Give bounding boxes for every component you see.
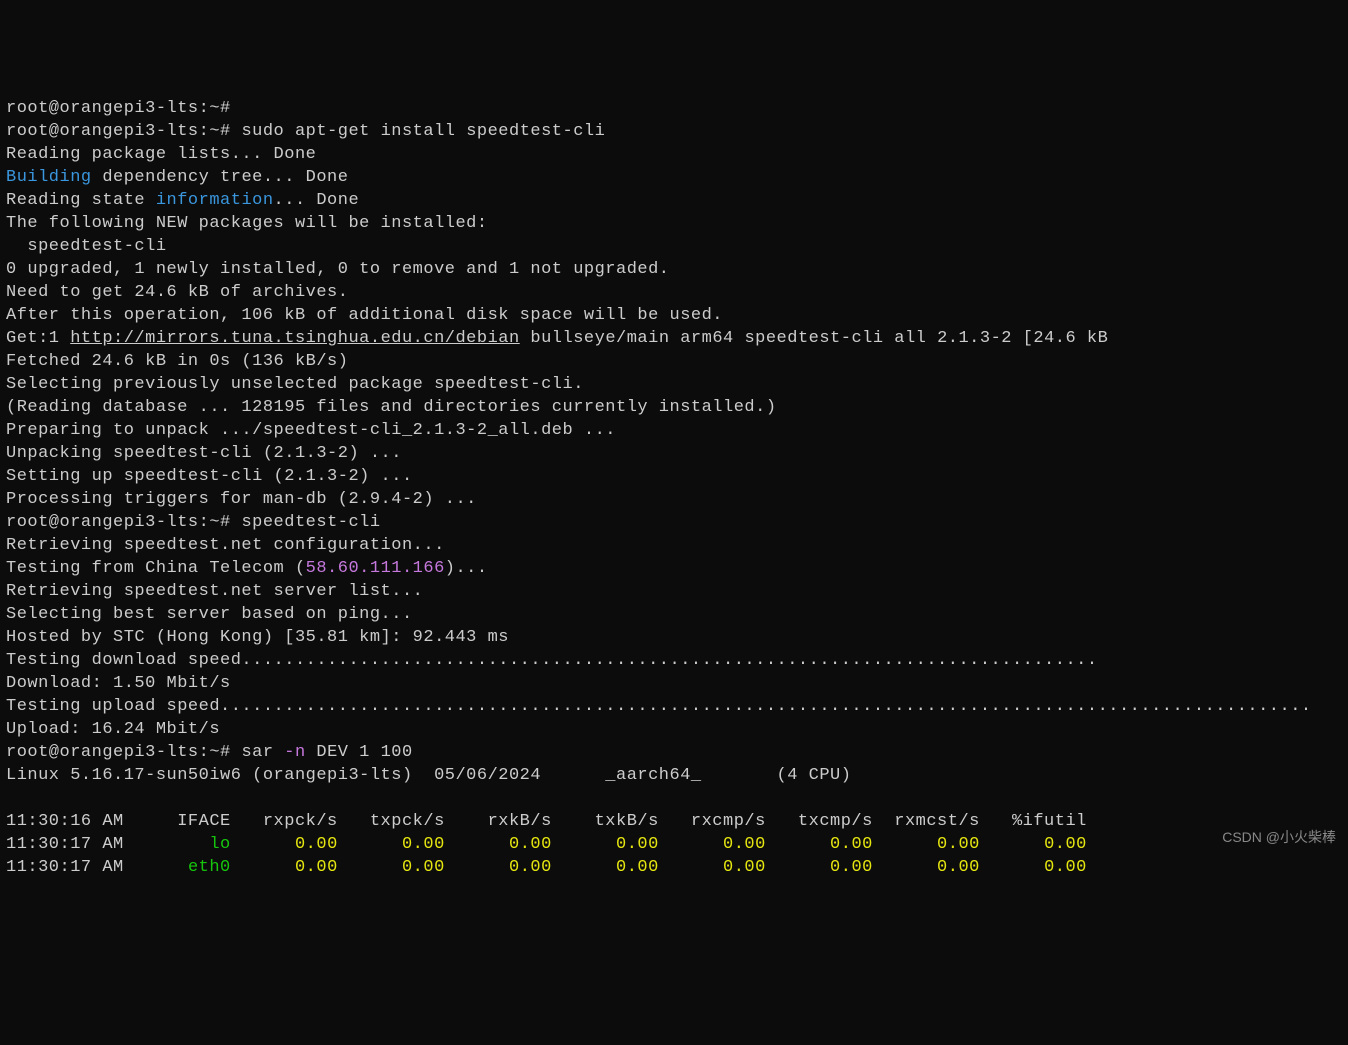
output-line: Fetched 24.6 kB in 0s (136 kB/s): [6, 352, 348, 371]
output-line: Reading package lists... Done: [6, 145, 316, 164]
csdn-watermark: CSDN @小火柴棒: [1222, 826, 1336, 849]
output-line: speedtest-cli: [6, 237, 167, 256]
terminal-output[interactable]: root@orangepi3-lts:~# root@orangepi3-lts…: [6, 97, 1342, 879]
output-line: Unpacking speedtest-cli (2.1.3-2) ...: [6, 444, 402, 463]
output-line: Selecting previously unselected package …: [6, 375, 584, 394]
output-line: Testing from China Telecom (: [6, 559, 306, 578]
output-line: Retrieving speedtest.net server list...: [6, 582, 423, 601]
download-result: Download: 1.50 Mbit/s: [6, 674, 231, 693]
system-info: Linux 5.16.17-sun50iw6 (orangepi3-lts) 0…: [6, 766, 851, 785]
ip-address: 58.60.111.166: [306, 559, 445, 578]
sar-row-values: 0.00 0.00 0.00 0.00 0.00 0.00 0.00 0.00: [231, 835, 1087, 854]
output-line: dependency tree... Done: [92, 168, 349, 187]
command-sar: sar: [241, 743, 284, 762]
output-line: Selecting best server based on ping...: [6, 605, 413, 624]
output-line: Setting up speedtest-cli (2.1.3-2) ...: [6, 467, 413, 486]
output-line: Get:1: [6, 329, 70, 348]
prompt: root@orangepi3-lts:~#: [6, 99, 231, 118]
output-line: After this operation, 106 kB of addition…: [6, 306, 723, 325]
output-line: Processing triggers for man-db (2.9.4-2)…: [6, 490, 477, 509]
iface-lo: lo: [209, 835, 230, 854]
output-line: bullseye/main arm64 speedtest-cli all 2.…: [520, 329, 1109, 348]
sar-flag: -n: [284, 743, 305, 762]
output-line: 0 upgraded, 1 newly installed, 0 to remo…: [6, 260, 670, 279]
sar-header: 11:30:16 AM IFACE rxpck/s txpck/s rxkB/s…: [6, 812, 1087, 831]
output-line: )...: [445, 559, 488, 578]
command-sar-args: DEV 1 100: [306, 743, 413, 762]
sar-row-values: 0.00 0.00 0.00 0.00 0.00 0.00 0.00 0.00: [231, 858, 1087, 877]
mirror-url: http://mirrors.tuna.tsinghua.edu.cn/debi…: [70, 329, 519, 348]
command-install: sudo apt-get install speedtest-cli: [241, 122, 605, 141]
prompt: root@orangepi3-lts:~#: [6, 513, 231, 532]
output-line: (Reading database ... 128195 files and d…: [6, 398, 777, 417]
output-line: Testing download speed..................…: [6, 651, 1098, 670]
output-line: Preparing to unpack .../speedtest-cli_2.…: [6, 421, 616, 440]
prompt: root@orangepi3-lts:~#: [6, 122, 231, 141]
output-line: Retrieving speedtest.net configuration..…: [6, 536, 445, 555]
output-line: ... Done: [274, 191, 360, 210]
sar-row-time: 11:30:17 AM: [6, 835, 209, 854]
information-keyword: information: [156, 191, 274, 210]
output-line: Hosted by STC (Hong Kong) [35.81 km]: 92…: [6, 628, 509, 647]
output-line: Reading state: [6, 191, 156, 210]
upload-result: Upload: 16.24 Mbit/s: [6, 720, 220, 739]
prompt: root@orangepi3-lts:~#: [6, 743, 231, 762]
sar-row-time: 11:30:17 AM: [6, 858, 188, 877]
output-line: Need to get 24.6 kB of archives.: [6, 283, 348, 302]
output-line: The following NEW packages will be insta…: [6, 214, 488, 233]
building-keyword: Building: [6, 168, 92, 187]
iface-eth0: eth0: [188, 858, 231, 877]
output-line: Testing upload speed....................…: [6, 697, 1312, 716]
command-speedtest: speedtest-cli: [241, 513, 380, 532]
